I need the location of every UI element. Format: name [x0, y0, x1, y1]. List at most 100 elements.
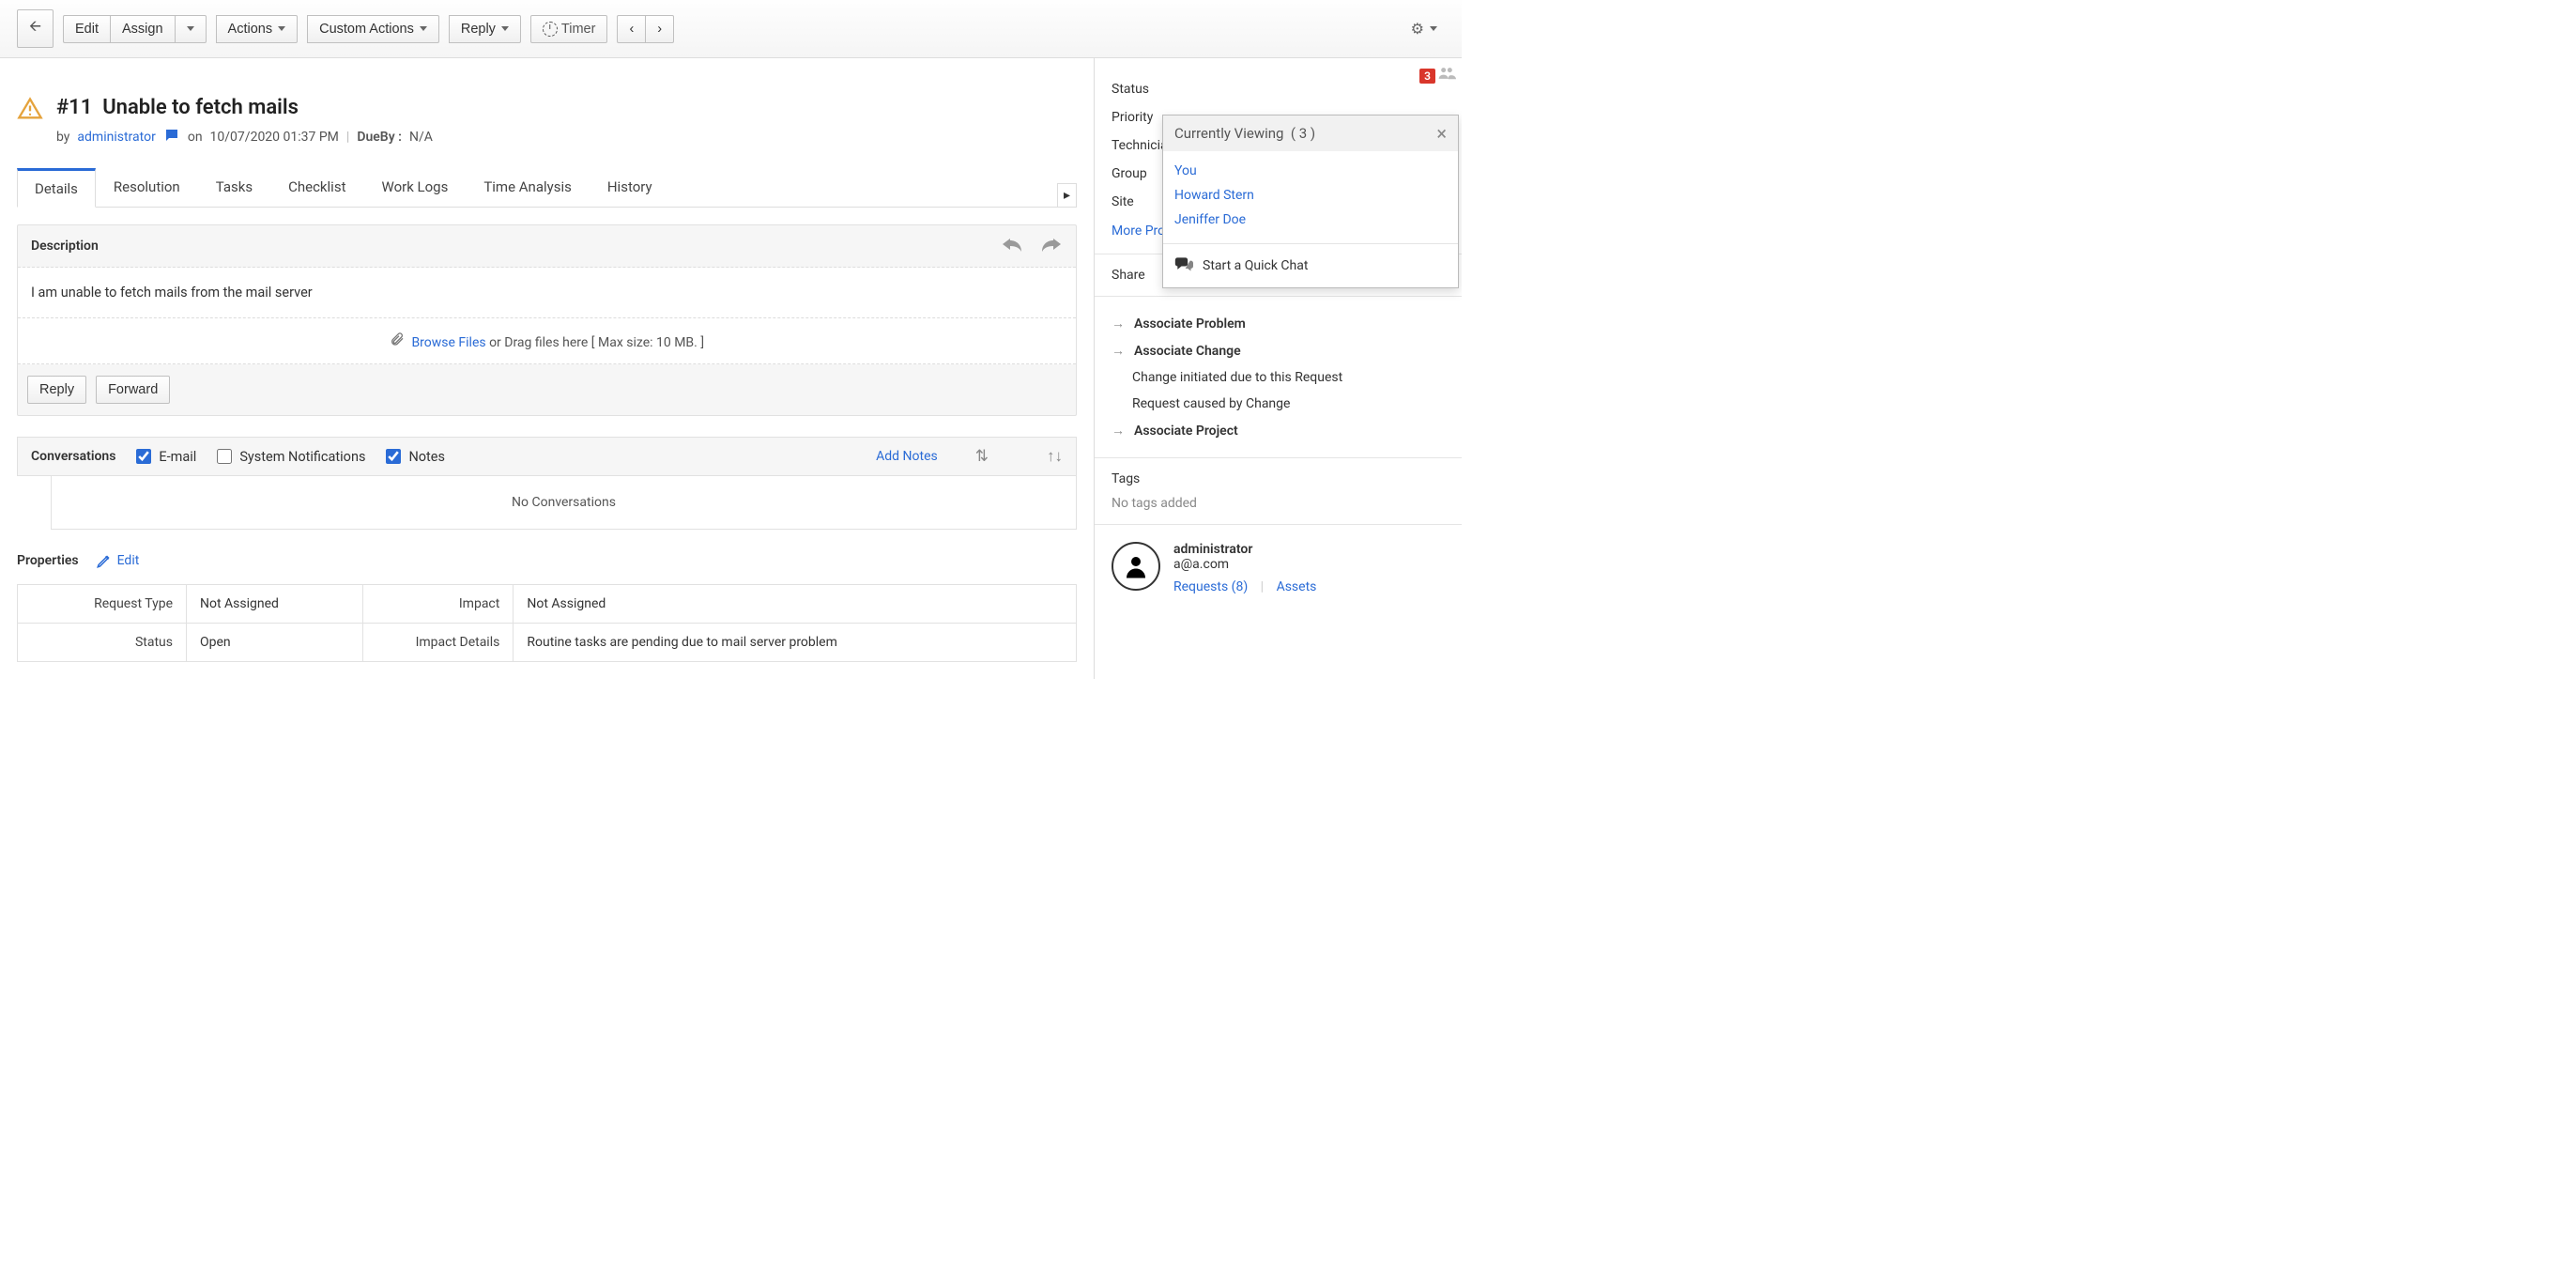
arrow-left-icon: 🡨	[29, 16, 41, 41]
back-button[interactable]: 🡨	[17, 9, 54, 48]
sidebar: 3 Status Priority Technicia Group Site :…	[1094, 58, 1462, 679]
associate-problem[interactable]: →Associate Problem	[1112, 310, 1445, 337]
tabs-collapse-button[interactable]: ▸	[1057, 183, 1077, 207]
start-chat-button[interactable]: Start a Quick Chat	[1163, 243, 1458, 287]
prop-label: Status	[18, 624, 187, 662]
close-icon[interactable]: ×	[1436, 127, 1447, 140]
tab-details[interactable]: Details	[17, 168, 96, 208]
associate-change[interactable]: →Associate Change	[1112, 337, 1445, 364]
people-icon	[1437, 64, 1456, 87]
description-body: I am unable to fetch mails from the mail…	[18, 268, 1076, 318]
tab-history[interactable]: History	[590, 168, 670, 207]
assign-caret-button[interactable]	[175, 15, 207, 43]
prev-button[interactable]: ‹	[617, 15, 646, 43]
chevron-right-icon: ▸	[1064, 188, 1070, 203]
ticket-header: #11 Unable to fetch mails by administrat…	[17, 75, 1077, 155]
viewer-link[interactable]: You	[1174, 159, 1447, 183]
associate-project[interactable]: →Associate Project	[1112, 417, 1445, 444]
browse-files-link[interactable]: Browse Files	[411, 335, 485, 350]
chevron-right-icon: ›	[657, 22, 662, 37]
requester-assets-link[interactable]: Assets	[1277, 579, 1317, 594]
associations: →Associate Problem →Associate Change Cha…	[1112, 297, 1445, 457]
arrow-right-icon: →	[1112, 316, 1125, 331]
avatar	[1112, 542, 1160, 591]
currently-viewing-popover: Currently Viewing ( 3 ) × You Howard Ste…	[1162, 115, 1459, 288]
change-initiated-link[interactable]: Change initiated due to this Request	[1112, 364, 1445, 391]
prop-value: Not Assigned	[514, 585, 1077, 624]
pencil-icon	[96, 552, 113, 569]
sysnotif-checkbox[interactable]	[217, 449, 232, 464]
attachment-drop-area[interactable]: Browse Files or Drag files here [ Max si…	[18, 318, 1076, 364]
dueby-value: N/A	[409, 130, 433, 145]
paperclip-icon	[390, 331, 405, 350]
requester-requests-link[interactable]: Requests (8)	[1173, 579, 1248, 594]
tabs: Details Resolution Tasks Checklist Work …	[17, 168, 1077, 208]
prop-value: Open	[187, 624, 363, 662]
prop-value: Not Assigned	[187, 585, 363, 624]
forward-action-button[interactable]: Forward	[96, 376, 170, 404]
viewers-count: 3	[1419, 69, 1435, 84]
sort-icon[interactable]: ↑↓	[1047, 447, 1063, 466]
table-row: Status Open Impact Details Routine tasks…	[18, 624, 1077, 662]
properties-table: Request Type Not Assigned Impact Not Ass…	[17, 584, 1077, 662]
author-link[interactable]: administrator	[77, 130, 155, 145]
tab-worklogs[interactable]: Work Logs	[363, 168, 466, 207]
requester-block: administrator a@a.com Requests (8) | Ass…	[1112, 525, 1445, 594]
arrow-right-icon: →	[1112, 343, 1125, 359]
reply-action-button[interactable]: Reply	[27, 376, 86, 404]
properties-header: Properties Edit	[17, 552, 1077, 569]
tab-time-analysis[interactable]: Time Analysis	[466, 168, 590, 207]
requester-email: a@a.com	[1173, 557, 1316, 572]
viewers-badge[interactable]: 3	[1419, 64, 1456, 87]
email-checkbox[interactable]	[136, 449, 151, 464]
tags-title: Tags	[1112, 471, 1445, 496]
properties-edit-link[interactable]: Edit	[96, 552, 140, 569]
forward-arrow-icon[interactable]	[1040, 235, 1063, 257]
stopwatch-icon	[543, 22, 558, 37]
timestamp: 10/07/2020 01:37 PM	[210, 130, 339, 145]
reply-button[interactable]: Reply	[449, 15, 521, 43]
popover-title: Currently Viewing ( 3 )	[1174, 125, 1315, 142]
actions-button[interactable]: Actions	[216, 15, 299, 43]
next-button[interactable]: ›	[645, 15, 674, 43]
ticket-id: #11	[56, 96, 92, 119]
tags-empty: No tags added	[1112, 496, 1445, 511]
tab-tasks[interactable]: Tasks	[198, 168, 270, 207]
notes-checkbox[interactable]	[386, 449, 401, 464]
properties-title: Properties	[17, 553, 79, 568]
comment-icon[interactable]	[163, 127, 180, 147]
status-label: Status	[1112, 82, 1234, 97]
timer-button[interactable]: Timer	[530, 15, 608, 43]
warning-icon	[17, 96, 43, 126]
caret-down-icon	[1430, 26, 1437, 31]
add-notes-link[interactable]: Add Notes	[876, 449, 938, 464]
expand-collapse-icon[interactable]: ⇅	[975, 447, 989, 466]
on-label: on	[188, 130, 203, 145]
no-conversations: No Conversations	[51, 476, 1077, 530]
chat-icon	[1174, 255, 1193, 276]
filter-email[interactable]: E-mail	[136, 449, 196, 465]
caret-down-icon	[187, 26, 194, 31]
ticket-subheader: by administrator on 10/07/2020 01:37 PM …	[56, 127, 1077, 147]
tab-checklist[interactable]: Checklist	[270, 168, 363, 207]
reply-arrow-icon[interactable]	[1001, 235, 1023, 257]
arrow-right-icon: →	[1112, 423, 1125, 439]
nav-group: ‹ ›	[617, 15, 674, 43]
viewer-link[interactable]: Howard Stern	[1174, 183, 1447, 208]
filter-system-notifications[interactable]: System Notifications	[217, 449, 365, 465]
caret-down-icon	[278, 26, 285, 31]
custom-actions-button[interactable]: Custom Actions	[307, 15, 439, 43]
tab-resolution[interactable]: Resolution	[96, 168, 198, 207]
chevron-left-icon: ‹	[629, 22, 634, 37]
request-caused-link[interactable]: Request caused by Change	[1112, 391, 1445, 417]
viewer-link[interactable]: Jeniffer Doe	[1174, 208, 1447, 232]
settings-button[interactable]: ⚙	[1403, 16, 1445, 42]
filter-notes[interactable]: Notes	[386, 449, 445, 465]
toolbar: 🡨 Edit Assign Actions Custom Actions Rep…	[0, 0, 1462, 58]
assign-button[interactable]: Assign	[110, 15, 176, 43]
edit-button[interactable]: Edit	[63, 15, 111, 43]
by-label: by	[56, 130, 69, 145]
prop-label: Impact	[363, 585, 514, 624]
caret-down-icon	[501, 26, 509, 31]
custom-actions-group: Custom Actions	[307, 15, 439, 43]
